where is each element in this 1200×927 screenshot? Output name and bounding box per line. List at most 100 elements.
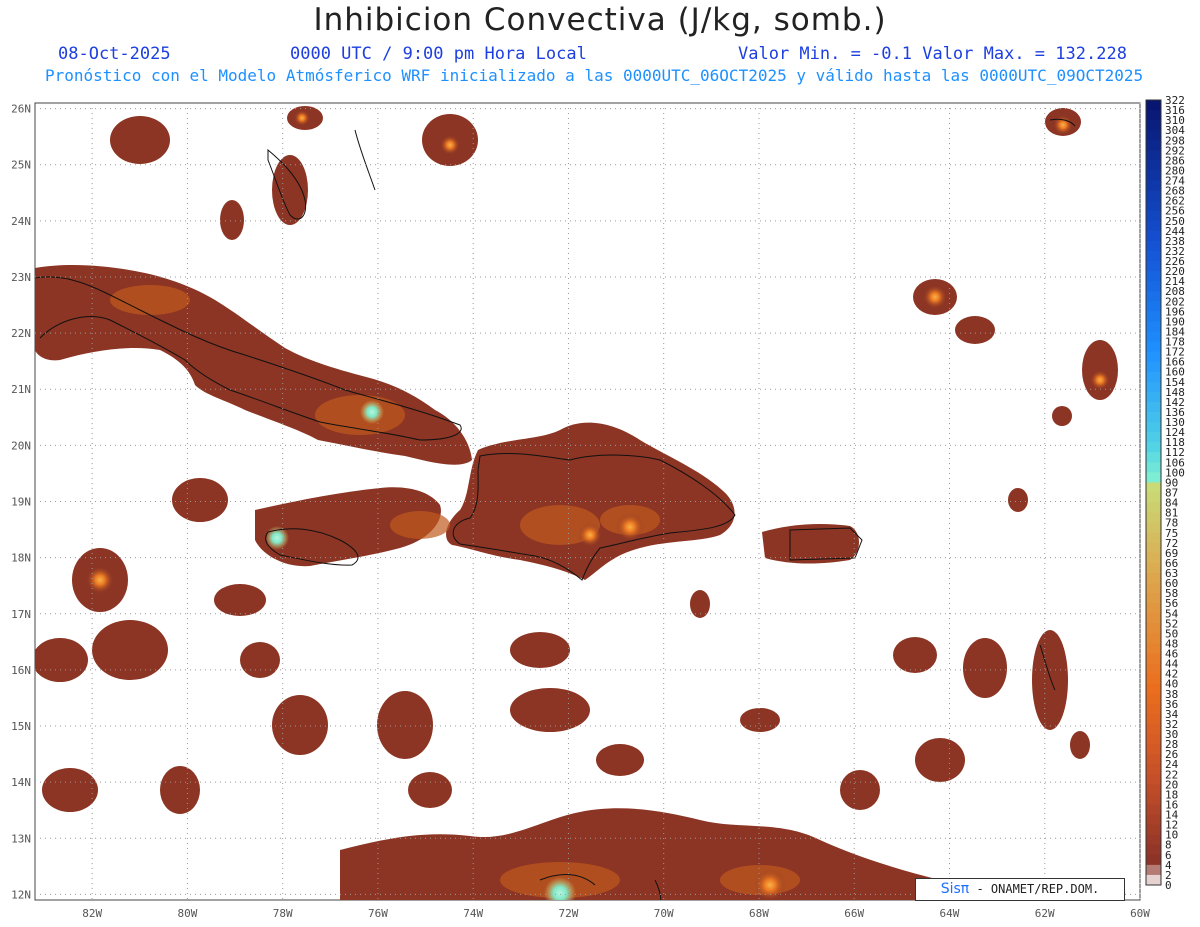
lon-ticks: 82W 80W 78W 76W 74W 72W 70W 68W 66W 64W 62W 60W — [82, 907, 1150, 920]
colorbar-swatch — [1146, 764, 1161, 775]
lon-tick-label: 64W — [940, 907, 960, 920]
lon-tick-label: 60W — [1130, 907, 1150, 920]
colorbar-swatch — [1146, 532, 1161, 544]
colorbar-swatch — [1146, 120, 1161, 131]
colorbar-swatch — [1146, 411, 1161, 423]
lon-tick-label: 82W — [82, 907, 102, 920]
colorbar-swatch — [1146, 361, 1161, 373]
colorbar-swatch — [1146, 291, 1161, 302]
colorbar-swatch — [1146, 643, 1161, 655]
colorbar-swatch — [1146, 351, 1161, 363]
lon-tick-label: 68W — [749, 907, 769, 920]
colorbar-swatch — [1146, 693, 1161, 705]
colorbar-swatch — [1146, 140, 1161, 151]
colorbar-swatch — [1146, 331, 1161, 343]
lat-tick-label: 15N — [11, 720, 31, 733]
colorbar-swatch — [1146, 190, 1161, 202]
colorbar-swatch — [1146, 371, 1161, 383]
colorbar-swatch — [1146, 281, 1161, 292]
colorbar-swatch — [1146, 673, 1161, 685]
credit-box: Sisπ - ONAMET/REP.DOM. — [915, 878, 1125, 901]
colorbar-swatch — [1146, 401, 1161, 413]
lon-tick-label: 76W — [368, 907, 388, 920]
lat-tick-label: 26N — [11, 103, 31, 116]
colorbar-swatch — [1146, 130, 1161, 141]
lat-tick-label: 24N — [11, 215, 31, 228]
colorbar-swatch — [1146, 583, 1161, 594]
lon-tick-label: 62W — [1035, 907, 1055, 920]
colorbar-swatch — [1146, 552, 1161, 564]
colorbar-swatch — [1146, 432, 1161, 443]
colorbar-swatch — [1146, 321, 1161, 332]
colorbar-swatch — [1146, 784, 1161, 795]
colorbar-swatch — [1146, 603, 1161, 614]
colorbar-swatch — [1146, 522, 1161, 534]
colorbar-swatch — [1146, 200, 1161, 212]
lat-tick-label: 20N — [11, 439, 31, 452]
colorbar-swatch — [1146, 170, 1161, 182]
lon-tick-label: 78W — [273, 907, 293, 920]
cin-map: 26N 25N 24N 23N 22N 21N 20N 19N 18N 17N 16N 15N 14N 1… — [11, 94, 1185, 920]
colorbar-swatch — [1146, 663, 1161, 675]
lat-tick-label: 21N — [11, 383, 31, 396]
colorbar-swatch — [1146, 110, 1161, 121]
colorbar-swatch — [1146, 824, 1161, 836]
lat-ticks: 26N 25N 24N 23N 22N 21N 20N 19N 18N 17N 16N 15N 14N 1… — [11, 103, 31, 902]
colorbar-swatch — [1146, 240, 1161, 252]
colorbar-swatch — [1146, 633, 1161, 644]
colorbar-swatch — [1146, 391, 1161, 403]
colorbar-swatch — [1146, 220, 1161, 232]
colorbar-swatch — [1146, 874, 1161, 886]
colorbar-swatch — [1146, 100, 1161, 111]
colorbar-swatch — [1146, 301, 1161, 312]
lon-tick-label: 80W — [177, 907, 197, 920]
lon-tick-label: 74W — [463, 907, 483, 920]
colorbar-swatch — [1146, 723, 1161, 735]
lon-tick-label: 72W — [559, 907, 579, 920]
lat-tick-label: 25N — [11, 159, 31, 172]
colorbar-swatch — [1146, 462, 1161, 473]
colorbar-swatch — [1146, 703, 1161, 715]
colorbar-swatch — [1146, 844, 1161, 856]
lat-tick-label: 17N — [11, 608, 31, 621]
colorbar-swatch — [1146, 774, 1161, 785]
lat-tick-label: 14N — [11, 776, 31, 789]
colorbar-swatch — [1146, 160, 1161, 171]
colorbar-swatch — [1146, 502, 1161, 514]
lat-tick-label: 19N — [11, 496, 31, 509]
colorbar-swatch — [1146, 593, 1161, 604]
colorbar-swatch — [1146, 613, 1161, 624]
colorbar-swatch — [1146, 562, 1161, 574]
lat-tick-label: 13N — [11, 832, 31, 845]
colorbar-swatch — [1146, 442, 1161, 453]
colorbar-swatch — [1146, 653, 1161, 665]
lon-tick-label: 66W — [844, 907, 864, 920]
colorbar-swatch — [1146, 452, 1161, 463]
colorbar-swatch — [1146, 683, 1161, 695]
colorbar-swatch — [1146, 713, 1161, 725]
colorbar-swatch — [1146, 261, 1161, 272]
colorbar-swatch — [1146, 854, 1161, 866]
colorbar: 3223163103042982922862802742682622562502… — [1145, 94, 1185, 892]
lat-tick-label: 22N — [11, 327, 31, 340]
colorbar-swatch — [1146, 230, 1161, 242]
colorbar-swatch — [1146, 573, 1161, 584]
colorbar-swatch — [1146, 814, 1161, 826]
colorbar-swatch — [1146, 864, 1161, 876]
colorbar-swatch — [1146, 150, 1161, 161]
colorbar-swatch — [1146, 794, 1161, 805]
lat-tick-label: 23N — [11, 271, 31, 284]
colorbar-swatch — [1146, 210, 1161, 222]
colorbar-swatch — [1146, 311, 1161, 322]
colorbar-swatch — [1146, 180, 1161, 192]
colorbar-swatch — [1146, 734, 1161, 745]
lat-tick-label: 18N — [11, 552, 31, 565]
colorbar-swatch — [1146, 341, 1161, 353]
colorbar-swatch — [1146, 472, 1161, 483]
colorbar-swatch — [1146, 744, 1161, 755]
lat-tick-label: 12N — [11, 888, 31, 901]
colorbar-swatch — [1146, 512, 1161, 524]
lon-tick-label: 70W — [654, 907, 674, 920]
colorbar-swatch — [1146, 834, 1161, 846]
credit-text: - ONAMET/REP.DOM. — [969, 882, 1100, 896]
